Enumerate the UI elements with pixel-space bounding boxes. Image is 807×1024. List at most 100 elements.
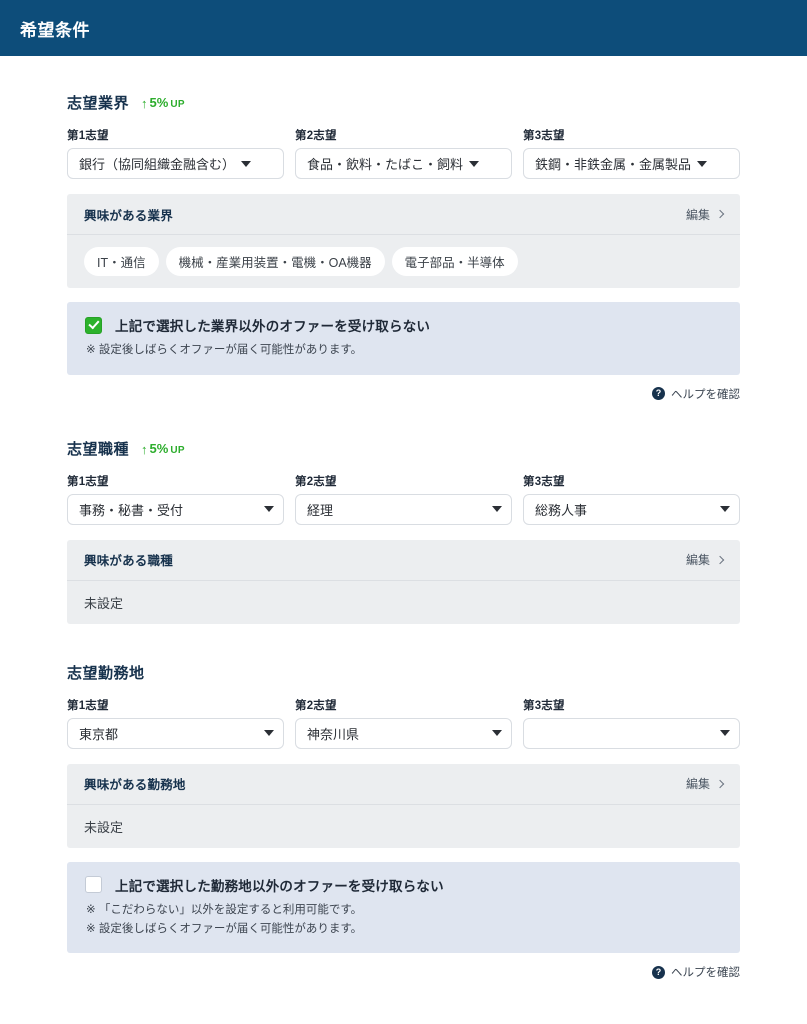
edit-button[interactable]: 編集 bbox=[686, 206, 723, 223]
up-arrow-icon: ↑ bbox=[141, 97, 148, 110]
select-3-1[interactable]: 東京都 bbox=[67, 718, 284, 749]
choice-column: 第2志望食品・飲料・たばこ・飼料 bbox=[295, 127, 512, 179]
question-mark-icon: ? bbox=[652, 966, 665, 979]
optin-checkbox[interactable] bbox=[85, 876, 102, 893]
chevron-down-icon bbox=[492, 730, 502, 736]
interest-tag[interactable]: 電子部品・半導体 bbox=[392, 247, 518, 276]
interest-panel-title: 興味がある勤務地 bbox=[84, 774, 186, 793]
section-header: 志望業界 ↑5%UP bbox=[67, 92, 740, 113]
up-percent: 5% bbox=[150, 441, 169, 456]
empty-state-text: 未設定 bbox=[84, 817, 123, 836]
choice-column: 第2志望経理 bbox=[295, 473, 512, 525]
empty-state-text: 未設定 bbox=[84, 593, 123, 612]
help-link[interactable]: ? ヘルプを確認 bbox=[652, 386, 740, 402]
chevron-down-icon bbox=[264, 730, 274, 736]
edit-label: 編集 bbox=[686, 551, 710, 568]
select-3-3[interactable] bbox=[523, 718, 740, 749]
select-2-2[interactable]: 経理 bbox=[295, 494, 512, 525]
interest-panel-header: 興味がある業界 編集 bbox=[67, 194, 740, 235]
up-arrow-icon: ↑ bbox=[141, 443, 148, 456]
chevron-down-icon bbox=[264, 506, 274, 512]
interest-panel: 興味がある勤務地 編集未設定 bbox=[67, 764, 740, 848]
interest-panel: 興味がある職種 編集未設定 bbox=[67, 540, 740, 624]
interest-panel-header: 興味がある職種 編集 bbox=[67, 540, 740, 581]
optin-row[interactable]: 上記で選択した勤務地以外のオファーを受け取らない bbox=[85, 875, 722, 895]
section-title: 志望職種 bbox=[67, 438, 129, 459]
chevron-right-icon bbox=[716, 556, 724, 564]
choice-column: 第3志望 bbox=[523, 697, 740, 749]
section-3: 志望勤務地第1志望東京都第2志望神奈川県第3志望興味がある勤務地 編集未設定上記で… bbox=[67, 624, 740, 981]
optin-note: ※ 設定後しばらくオファーが届く可能性があります。 bbox=[85, 342, 722, 360]
interest-panel-body: IT・通信機械・産業用装置・電機・OA機器電子部品・半導体 bbox=[67, 235, 740, 288]
chevron-right-icon bbox=[716, 210, 724, 218]
chevron-down-icon bbox=[720, 730, 730, 736]
choice-label: 第3志望 bbox=[523, 127, 740, 143]
preferences-page: 志望業界↑5%UP第1志望銀行（協同組織金融含む）第2志望食品・飲料・たばこ・飼… bbox=[0, 56, 807, 980]
edit-label: 編集 bbox=[686, 775, 710, 792]
interest-panel-title: 興味がある業界 bbox=[84, 205, 173, 224]
select-2-3[interactable]: 総務人事 bbox=[523, 494, 740, 525]
choice-label: 第3志望 bbox=[523, 473, 740, 489]
page-title: 希望条件 bbox=[20, 16, 90, 41]
help-label: ヘルプを確認 bbox=[671, 964, 740, 980]
chevron-down-icon bbox=[492, 506, 502, 512]
chevron-down-icon bbox=[469, 161, 479, 167]
chevron-right-icon bbox=[716, 780, 724, 788]
optin-note: ※ 「こだわらない」以外を設定すると利用可能です。 bbox=[85, 902, 722, 920]
interest-panel: 興味がある業界 編集 IT・通信機械・産業用装置・電機・OA機器電子部品・半導体 bbox=[67, 194, 740, 288]
select-value: 神奈川県 bbox=[307, 724, 486, 743]
up-label: UP bbox=[170, 445, 185, 456]
select-value: 食品・飲料・たばこ・飼料 bbox=[307, 154, 463, 173]
up-label: UP bbox=[170, 99, 185, 110]
select-value: 東京都 bbox=[79, 724, 258, 743]
choice-column: 第3志望総務人事 bbox=[523, 473, 740, 525]
optin-checkbox[interactable] bbox=[85, 317, 102, 334]
edit-button[interactable]: 編集 bbox=[686, 775, 723, 792]
select-1-1[interactable]: 銀行（協同組織金融含む） bbox=[67, 148, 284, 179]
app-header: 希望条件 bbox=[0, 0, 807, 56]
question-mark-icon: ? bbox=[652, 387, 665, 400]
optin-block: 上記で選択した業界以外のオファーを受け取らない ※ 設定後しばらくオファーが届く可… bbox=[67, 302, 740, 375]
chevron-down-icon bbox=[697, 161, 707, 167]
choice-column: 第1志望事務・秘書・受付 bbox=[67, 473, 284, 525]
section-1: 志望業界 ↑5%UP 第1志望銀行（協同組織金融含む） 第2志望食品・飲料・たばこ・飼… bbox=[67, 56, 740, 402]
edit-button[interactable]: 編集 bbox=[686, 551, 723, 568]
select-value: 経理 bbox=[307, 500, 486, 519]
interest-panel-body: 未設定 bbox=[67, 805, 740, 848]
section-title: 志望業界 bbox=[67, 92, 129, 113]
choice-label: 第2志望 bbox=[295, 473, 512, 489]
choice-label: 第1志望 bbox=[67, 127, 284, 143]
select-1-2[interactable]: 食品・飲料・たばこ・飼料 bbox=[295, 148, 512, 179]
interest-panel-title: 興味がある職種 bbox=[84, 550, 173, 569]
choice-row: 第1志望東京都第2志望神奈川県第3志望 bbox=[67, 697, 740, 749]
choice-column: 第2志望神奈川県 bbox=[295, 697, 512, 749]
optin-block: 上記で選択した勤務地以外のオファーを受け取らない ※ 「こだわらない」以外を設定す… bbox=[67, 862, 740, 954]
edit-label: 編集 bbox=[686, 206, 710, 223]
section-title: 志望勤務地 bbox=[67, 662, 145, 683]
select-1-3[interactable]: 鉄鋼・非鉄金属・金属製品 bbox=[523, 148, 740, 179]
optin-note: ※ 設定後しばらくオファーが届く可能性があります。 bbox=[85, 921, 722, 939]
up-badge: ↑5%UP bbox=[141, 441, 185, 456]
up-percent: 5% bbox=[150, 95, 169, 110]
choice-column: 第3志望鉄鋼・非鉄金属・金属製品 bbox=[523, 127, 740, 179]
help-link[interactable]: ? ヘルプを確認 bbox=[652, 964, 740, 980]
choice-label: 第1志望 bbox=[67, 473, 284, 489]
choice-label: 第2志望 bbox=[295, 127, 512, 143]
optin-row[interactable]: 上記で選択した業界以外のオファーを受け取らない bbox=[85, 315, 722, 335]
optin-label: 上記で選択した勤務地以外のオファーを受け取らない bbox=[115, 875, 444, 895]
choice-column: 第1志望東京都 bbox=[67, 697, 284, 749]
section-header: 志望職種 ↑5%UP bbox=[67, 438, 740, 459]
choice-row: 第1志望銀行（協同組織金融含む）第2志望食品・飲料・たばこ・飼料第3志望鉄鋼・非… bbox=[67, 127, 740, 179]
select-3-2[interactable]: 神奈川県 bbox=[295, 718, 512, 749]
interest-panel-body: 未設定 bbox=[67, 581, 740, 624]
select-value: 総務人事 bbox=[535, 500, 714, 519]
section-header: 志望勤務地 bbox=[67, 662, 740, 683]
help-label: ヘルプを確認 bbox=[671, 386, 740, 402]
select-value: 事務・秘書・受付 bbox=[79, 500, 258, 519]
optin-label: 上記で選択した業界以外のオファーを受け取らない bbox=[115, 315, 430, 335]
choice-row: 第1志望事務・秘書・受付第2志望経理第3志望総務人事 bbox=[67, 473, 740, 525]
up-badge: ↑5%UP bbox=[141, 95, 185, 110]
interest-tag[interactable]: IT・通信 bbox=[84, 247, 159, 276]
interest-tag[interactable]: 機械・産業用装置・電機・OA機器 bbox=[166, 247, 385, 276]
select-2-1[interactable]: 事務・秘書・受付 bbox=[67, 494, 284, 525]
